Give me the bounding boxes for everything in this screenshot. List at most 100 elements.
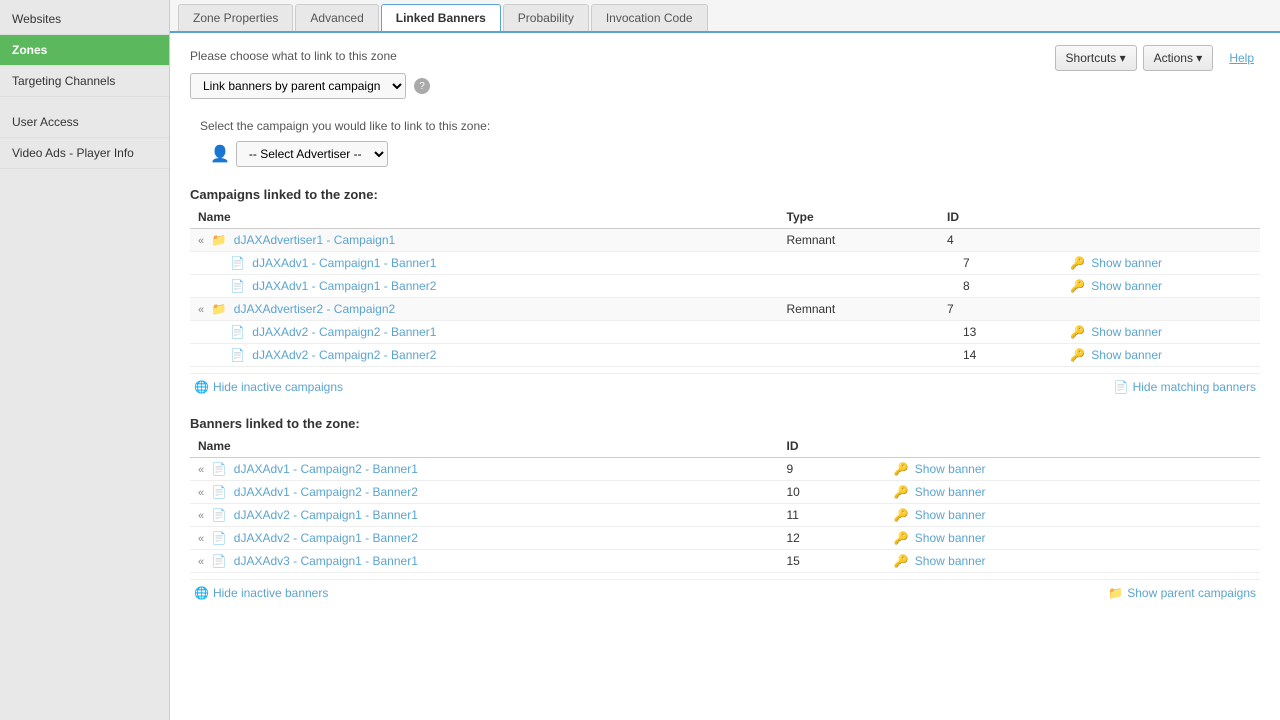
show-banner-button[interactable]: 🔑 Show banner: [1070, 279, 1162, 293]
advertiser-row: 👤 -- Select Advertiser --: [200, 141, 1260, 167]
hide-inactive-banners-link[interactable]: 🌐 Hide inactive banners: [194, 586, 328, 600]
tab-zone-properties[interactable]: Zone Properties: [178, 4, 293, 31]
key-icon: 🔑: [894, 554, 909, 568]
sidebar: Websites Zones Targeting Channels User A…: [0, 0, 170, 720]
col-name: Name: [190, 206, 779, 229]
key-icon: 🔑: [1070, 348, 1085, 362]
show-banner-button[interactable]: 🔑 Show banner: [894, 508, 986, 522]
campaign-link[interactable]: dJAXAdvertiser1 - Campaign1: [234, 233, 395, 247]
table-row: 📄 dJAXAdv2 - Campaign2 - Banner1 13 🔑 Sh…: [190, 321, 1260, 344]
banner-link[interactable]: dJAXAdv2 - Campaign2 - Banner1: [252, 325, 436, 339]
folder-icon2: 📁: [1108, 586, 1123, 600]
table-row: 📄 dJAXAdv1 - Campaign1 - Banner2 8 🔑 Sho…: [190, 275, 1260, 298]
show-banner-button[interactable]: 🔑 Show banner: [894, 531, 986, 545]
tab-advanced[interactable]: Advanced: [295, 4, 378, 31]
actions-button[interactable]: Actions ▾: [1143, 45, 1214, 71]
col-type: Type: [779, 206, 940, 229]
inactive-icon: 🌐: [194, 380, 209, 394]
show-banner-button[interactable]: 🔑 Show banner: [894, 462, 986, 476]
folder-icon: 📁: [211, 233, 226, 247]
table-row: « 📄 dJAXAdv1 - Campaign2 - Banner2 10 🔑 …: [190, 481, 1260, 504]
banner-link[interactable]: dJAXAdv1 - Campaign2 - Banner2: [234, 485, 418, 499]
file-icon: 📄: [230, 256, 245, 270]
banner-id: 12: [779, 527, 886, 550]
banner-link[interactable]: dJAXAdv2 - Campaign2 - Banner2: [252, 348, 436, 362]
col-id: ID: [939, 206, 1046, 229]
collapse-icon[interactable]: «: [198, 556, 204, 568]
file-icon: 📄: [211, 531, 226, 545]
col-actions-b: [886, 435, 1261, 458]
collapse-icon[interactable]: «: [198, 533, 204, 545]
main-content: Zone Properties Advanced Linked Banners …: [170, 0, 1280, 720]
table-row: « 📁 dJAXAdvertiser1 - Campaign1 Remnant …: [190, 229, 1260, 252]
shortcuts-button[interactable]: Shortcuts ▾: [1055, 45, 1137, 71]
sidebar-item-websites[interactable]: Websites: [0, 4, 169, 35]
key-icon: 🔑: [1070, 279, 1085, 293]
person-icon: 👤: [210, 144, 230, 164]
campaign-type: Remnant: [779, 298, 940, 321]
info-icon[interactable]: ?: [414, 78, 430, 94]
banner-link[interactable]: dJAXAdv1 - Campaign1 - Banner2: [252, 279, 436, 293]
tab-probability[interactable]: Probability: [503, 4, 589, 31]
file-icon: 📄: [230, 325, 245, 339]
advertiser-select[interactable]: -- Select Advertiser --: [236, 141, 388, 167]
link-type-row: Link banners by parent campaign ?: [190, 73, 1260, 99]
file-icon: 📄: [211, 462, 226, 476]
show-banner-button[interactable]: 🔑 Show banner: [894, 554, 986, 568]
banner-link[interactable]: dJAXAdv2 - Campaign1 - Banner1: [234, 508, 418, 522]
banner-link[interactable]: dJAXAdv1 - Campaign1 - Banner1: [252, 256, 436, 270]
tab-invocation-code[interactable]: Invocation Code: [591, 4, 708, 31]
hide-matching-banners-link[interactable]: 📄 Hide matching banners: [1114, 380, 1256, 394]
inactive-icon2: 🌐: [194, 586, 209, 600]
collapse-icon[interactable]: «: [198, 487, 204, 499]
campaign-link[interactable]: dJAXAdvertiser2 - Campaign2: [234, 302, 395, 316]
banner-id: 11: [779, 504, 886, 527]
banners-section-title: Banners linked to the zone:: [190, 416, 1260, 431]
banner-link[interactable]: dJAXAdv3 - Campaign1 - Banner1: [234, 554, 418, 568]
advertiser-prompt: Select the campaign you would like to li…: [200, 119, 1260, 133]
campaign-type: Remnant: [779, 229, 940, 252]
sidebar-item-zones[interactable]: Zones: [0, 35, 169, 66]
file-icon2: 📄: [1114, 380, 1129, 394]
banner-id: 15: [779, 550, 886, 573]
campaign-id: 7: [939, 298, 1046, 321]
collapse-icon[interactable]: «: [198, 304, 204, 316]
folder-icon: 📁: [211, 302, 226, 316]
show-banner-button[interactable]: 🔑 Show banner: [1070, 348, 1162, 362]
table-row: « 📁 dJAXAdvertiser2 - Campaign2 Remnant …: [190, 298, 1260, 321]
content-area: Shortcuts ▾ Actions ▾ Help Please choose…: [170, 33, 1280, 720]
key-icon: 🔑: [894, 531, 909, 545]
banner-link[interactable]: dJAXAdv2 - Campaign1 - Banner2: [234, 531, 418, 545]
key-icon: 🔑: [894, 508, 909, 522]
sidebar-item-user-access[interactable]: User Access: [0, 107, 169, 138]
banner-id: 8: [939, 275, 1046, 298]
show-banner-button[interactable]: 🔑 Show banner: [1070, 325, 1162, 339]
show-parent-campaigns-link[interactable]: 📁 Show parent campaigns: [1108, 586, 1256, 600]
file-icon: 📄: [211, 554, 226, 568]
col-id-b: ID: [779, 435, 886, 458]
table-row: « 📄 dJAXAdv3 - Campaign1 - Banner1 15 🔑 …: [190, 550, 1260, 573]
banner-id: 9: [779, 458, 886, 481]
table-row: « 📄 dJAXAdv2 - Campaign1 - Banner1 11 🔑 …: [190, 504, 1260, 527]
hide-inactive-campaigns-link[interactable]: 🌐 Hide inactive campaigns: [194, 380, 343, 394]
link-type-select[interactable]: Link banners by parent campaign: [190, 73, 406, 99]
show-banner-button[interactable]: 🔑 Show banner: [1070, 256, 1162, 270]
help-button[interactable]: Help: [1219, 46, 1264, 70]
key-icon: 🔑: [1070, 325, 1085, 339]
collapse-icon[interactable]: «: [198, 464, 204, 476]
key-icon: 🔑: [894, 462, 909, 476]
banners-footer: 🌐 Hide inactive banners 📁 Show parent ca…: [190, 579, 1260, 606]
sidebar-item-video-ads[interactable]: Video Ads - Player Info: [0, 138, 169, 169]
file-icon: 📄: [230, 348, 245, 362]
sidebar-item-targeting[interactable]: Targeting Channels: [0, 66, 169, 97]
table-row: 📄 dJAXAdv2 - Campaign2 - Banner2 14 🔑 Sh…: [190, 344, 1260, 367]
banner-link[interactable]: dJAXAdv1 - Campaign2 - Banner1: [234, 462, 418, 476]
banners-table: Name ID « 📄 dJAXAdv1 - Campaign2 - Banne…: [190, 435, 1260, 573]
tab-linked-banners[interactable]: Linked Banners: [381, 4, 501, 33]
table-row: 📄 dJAXAdv1 - Campaign1 - Banner1 7 🔑 Sho…: [190, 252, 1260, 275]
collapse-icon[interactable]: «: [198, 510, 204, 522]
file-icon: 📄: [230, 279, 245, 293]
banner-id: 7: [939, 252, 1046, 275]
show-banner-button[interactable]: 🔑 Show banner: [894, 485, 986, 499]
collapse-icon[interactable]: «: [198, 235, 204, 247]
